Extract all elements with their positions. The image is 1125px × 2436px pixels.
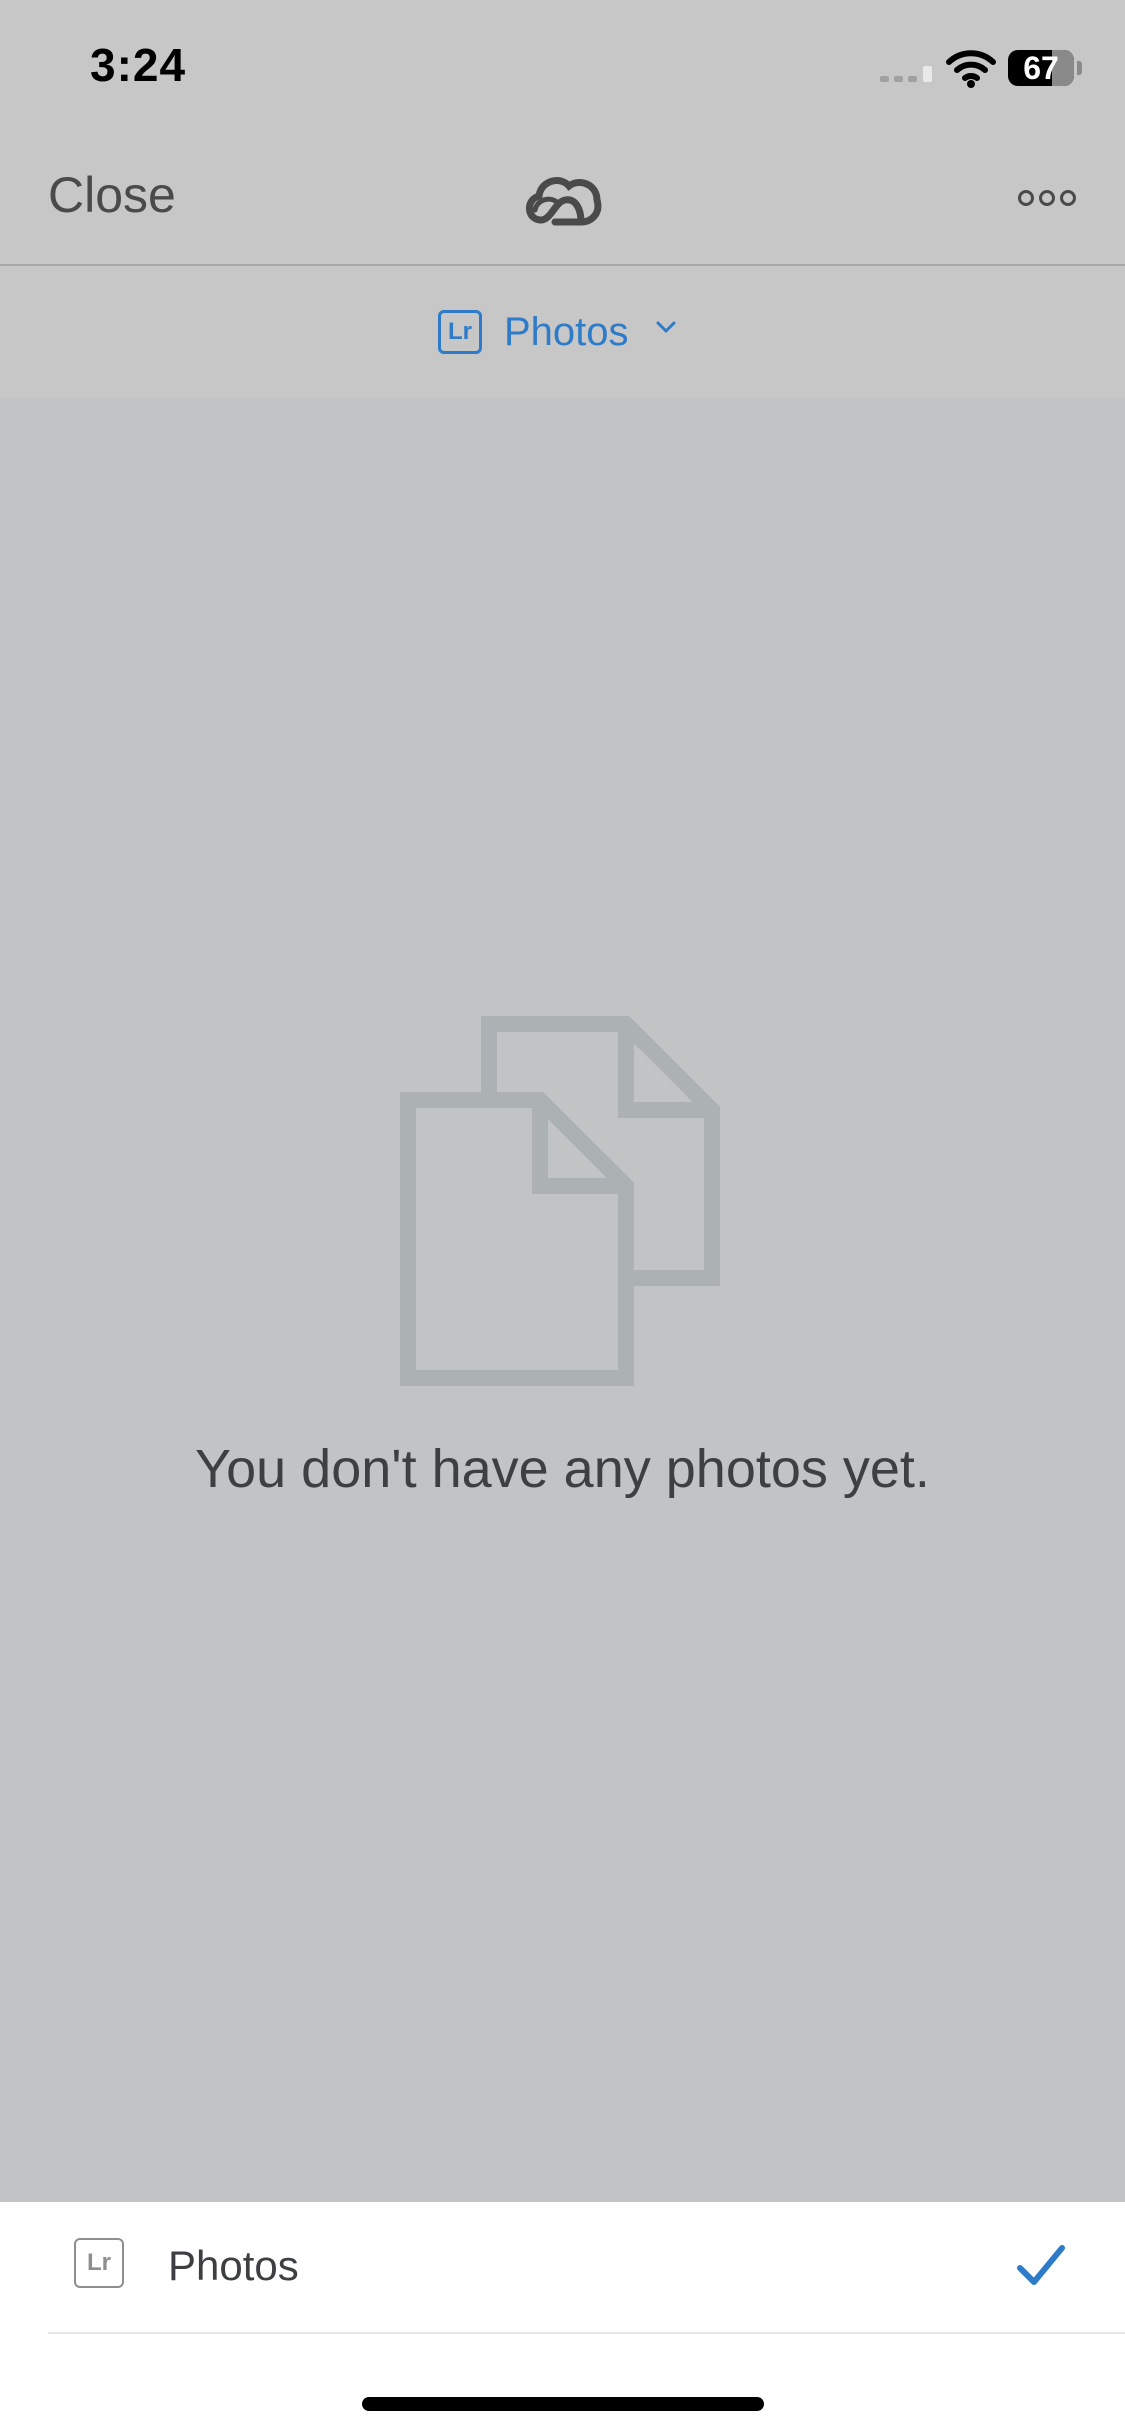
more-icon [1018, 190, 1076, 206]
source-label: Photos [504, 309, 629, 354]
lightroom-badge-icon: Lr [438, 310, 482, 354]
close-button[interactable]: Close [48, 166, 176, 224]
source-bar: Lr Photos [0, 266, 1125, 399]
home-indicator [362, 2397, 764, 2411]
creative-cloud-icon [526, 177, 602, 226]
empty-documents-icon [400, 1016, 720, 1386]
battery-icon: 67 [1008, 50, 1074, 86]
cellular-signal-icon [880, 66, 932, 82]
empty-message: You don't have any photos yet. [195, 1439, 930, 1499]
sheet-option-photos[interactable]: Lr Photos [0, 2202, 1125, 2332]
nav-bar: Close [0, 140, 1125, 266]
content-area: You don't have any photos yet. [0, 398, 1125, 2202]
screen: 3:24 67 Close Lr Photos You don't have a… [0, 0, 1125, 2436]
more-button[interactable] [1016, 182, 1078, 214]
checkmark-icon [1017, 2245, 1065, 2285]
battery-nub [1077, 61, 1082, 75]
sheet-option-label: Photos [168, 2242, 299, 2289]
wifi-icon [946, 50, 996, 88]
battery-level: 67 [1023, 50, 1059, 86]
status-bar: 3:24 67 [0, 0, 1125, 140]
lightroom-badge-icon: Lr [74, 2238, 124, 2288]
chevron-down-icon [656, 321, 676, 333]
sheet-divider [48, 2332, 1125, 2334]
source-selector[interactable]: Lr Photos [438, 306, 677, 358]
status-time: 3:24 [90, 39, 187, 91]
